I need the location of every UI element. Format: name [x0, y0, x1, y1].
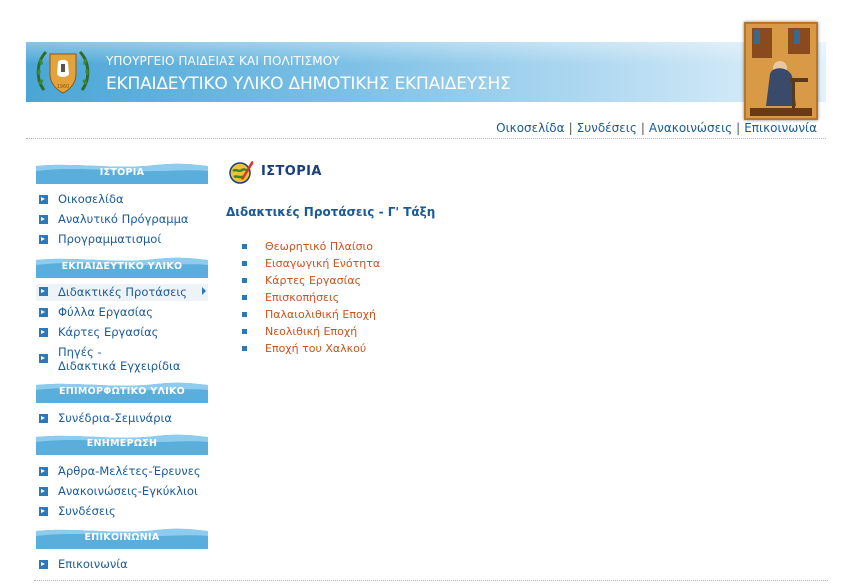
topnav-announcements-link[interactable]: Ανακοινώσεις [649, 121, 732, 135]
topic-label: Νεολιθική Εποχή [265, 325, 358, 338]
sidebar-item-planning[interactable]: Προγραμματισμοί [36, 232, 208, 246]
quill-globe-icon [229, 161, 254, 184]
sidebar-item-worksheets[interactable]: Φύλλα Εργασίας [36, 305, 208, 319]
topic-link-introductory-unit[interactable]: Εισαγωγική Ενότητα [242, 257, 380, 274]
topnav-contact-link[interactable]: Επικοινωνία [744, 121, 817, 135]
section-title: ΙΣΤΟΡΙΑ [261, 164, 322, 179]
arrow-bullet-icon [39, 287, 48, 296]
sidebar-header-history: ΙΣΤΟΡΙΑ [36, 162, 208, 184]
arrow-bullet-icon [39, 467, 48, 476]
top-navigation: Οικοσελίδα | Συνδέσεις | Ανακοινώσεις | Επικοι… [496, 121, 817, 135]
arrow-bullet-icon [39, 328, 48, 337]
arrow-bullet-icon [39, 235, 48, 244]
sidebar-header-label: ΕΠΙΜΟΡΦΩΤΙΚΟ ΥΛΙΚΟ [59, 386, 185, 397]
topic-label: Εποχή του Χαλκού [265, 342, 367, 355]
topic-label: Παλαιολιθική Εποχή [265, 308, 376, 321]
sidebar-item-label: Προγραμματισμοί [58, 232, 162, 246]
sidebar-item-label: Άρθρα-Μελέτες-Έρευνες [58, 464, 201, 478]
sidebar-header-training-material: ΕΠΙΜΟΡΦΩΤΙΚΟ ΥΛΙΚΟ [36, 381, 208, 403]
square-bullet-icon [242, 261, 247, 266]
sidebar-item-label: Επικοινωνία [58, 557, 128, 571]
sidebar-header-updates: ΕΝΗΜΕΡΩΣΗ [36, 433, 208, 455]
sidebar-item-label: Αναλυτικό Πρόγραμμα [58, 212, 189, 226]
topic-label: Θεωρητικό Πλαίσιο [265, 240, 374, 253]
coat-of-arms-icon: 1960 [36, 50, 90, 94]
sidebar-item-contact[interactable]: Επικοινωνία [36, 557, 208, 571]
arrow-bullet-icon [39, 215, 48, 224]
sidebar-header-label: ΕΠΙΚΟΙΝΩΝΙΑ [84, 532, 160, 543]
arrow-bullet-icon [39, 507, 48, 516]
page-heading: Διδακτικές Προτάσεις - Γ' Τάξη [226, 205, 436, 219]
sidebar-item-sources-textbooks[interactable]: Πηγές - Διδακτικά Εγχειρίδια [36, 345, 208, 373]
sidebar-item-teaching-proposals[interactable]: Διδακτικές Προτάσεις [36, 284, 208, 301]
site-title: ΕΚΠΑΙΔΕΥΤΙΚΟ ΥΛΙΚΟ ΔΗΜΟΤΙΚΗΣ ΕΚΠΑΙΔΕΥΣΗΣ [106, 74, 511, 94]
topic-label: Επισκοπήσεις [265, 291, 340, 304]
arrow-bullet-icon [39, 414, 48, 423]
chevron-right-icon [202, 287, 206, 295]
topics-list: Θεωρητικό Πλαίσιο Εισαγωγική Ενότητα Κάρ… [242, 240, 380, 359]
topic-label: Κάρτες Εργασίας [265, 274, 362, 287]
arrow-bullet-icon [39, 195, 48, 204]
arrow-bullet-icon [39, 308, 48, 317]
square-bullet-icon [242, 244, 247, 249]
topnav-separator: | [736, 121, 741, 135]
topnav-links-link[interactable]: Συνδέσεις [577, 121, 637, 135]
sidebar-item-label-line2: Διδακτικά Εγχειρίδια [58, 359, 181, 373]
square-bullet-icon [242, 346, 247, 351]
topnav-home-link[interactable]: Οικοσελίδα [496, 121, 564, 135]
sidebar-item-label: Συνδέσεις [58, 504, 116, 518]
sidebar-item-conferences[interactable]: Συνέδρια-Σεμινάρια [36, 411, 208, 425]
arrow-bullet-icon [39, 560, 48, 569]
sidebar-item-curriculum[interactable]: Αναλυτικό Πρόγραμμα [36, 212, 208, 226]
square-bullet-icon [242, 278, 247, 283]
scribe-illustration-icon [744, 22, 818, 120]
topnav-separator: | [640, 121, 645, 135]
sidebar-item-label: Συνέδρια-Σεμινάρια [58, 411, 172, 425]
sidebar-header-label: ΕΝΗΜΕΡΩΣΗ [86, 438, 158, 449]
sidebar-item-home[interactable]: Οικοσελίδα [36, 192, 208, 206]
sidebar-item-label: Ανακοινώσεις-Εγκύκλιοι [58, 484, 198, 498]
topic-link-paleolithic-era[interactable]: Παλαιολιθική Εποχή [242, 308, 380, 325]
topic-link-bronze-age[interactable]: Εποχή του Χαλκού [242, 342, 380, 359]
square-bullet-icon [242, 295, 247, 300]
sidebar-item-label: Οικοσελίδα [58, 192, 124, 206]
sidebar-item-label: Διδακτικές Προτάσεις [58, 285, 187, 299]
header-divider [26, 138, 826, 139]
topnav-separator: | [568, 121, 573, 135]
svg-text:1960: 1960 [57, 84, 70, 90]
sidebar-header-label: ΙΣΤΟΡΙΑ [99, 167, 145, 178]
topic-link-work-cards[interactable]: Κάρτες Εργασίας [242, 274, 380, 291]
sidebar-item-label: Κάρτες Εργασίας [58, 325, 159, 339]
sidebar-item-work-cards[interactable]: Κάρτες Εργασίας [36, 325, 208, 339]
footer-divider [34, 580, 828, 581]
sidebar-item-links[interactable]: Συνδέσεις [36, 504, 208, 518]
topic-link-reviews[interactable]: Επισκοπήσεις [242, 291, 380, 308]
sidebar-item-announcements[interactable]: Ανακοινώσεις-Εγκύκλιοι [36, 484, 208, 498]
sidebar-header-contact: ΕΠΙΚΟΙΝΩΝΙΑ [36, 527, 208, 549]
sidebar-item-label: Πηγές - [58, 345, 102, 359]
square-bullet-icon [242, 329, 247, 334]
sidebar-header-label: ΕΚΠΑΙΔΕΥΤΙΚΟ ΥΛΙΚΟ [61, 261, 183, 272]
sidebar-item-label: Φύλλα Εργασίας [58, 305, 154, 319]
arrow-bullet-icon [39, 354, 48, 363]
sidebar-item-articles[interactable]: Άρθρα-Μελέτες-Έρευνες [36, 464, 208, 478]
topic-link-theoretical-framework[interactable]: Θεωρητικό Πλαίσιο [242, 240, 380, 257]
topic-label: Εισαγωγική Ενότητα [265, 257, 381, 270]
sidebar-header-educational-material: ΕΚΠΑΙΔΕΥΤΙΚΟ ΥΛΙΚΟ [36, 256, 208, 278]
square-bullet-icon [242, 312, 247, 317]
ministry-name: ΥΠΟΥΡΓΕΙΟ ΠΑΙΔΕΙΑΣ ΚΑΙ ΠΟΛΙΤΙΣΜΟΥ [106, 54, 340, 68]
arrow-bullet-icon [39, 487, 48, 496]
topic-link-neolithic-era[interactable]: Νεολιθική Εποχή [242, 325, 380, 342]
